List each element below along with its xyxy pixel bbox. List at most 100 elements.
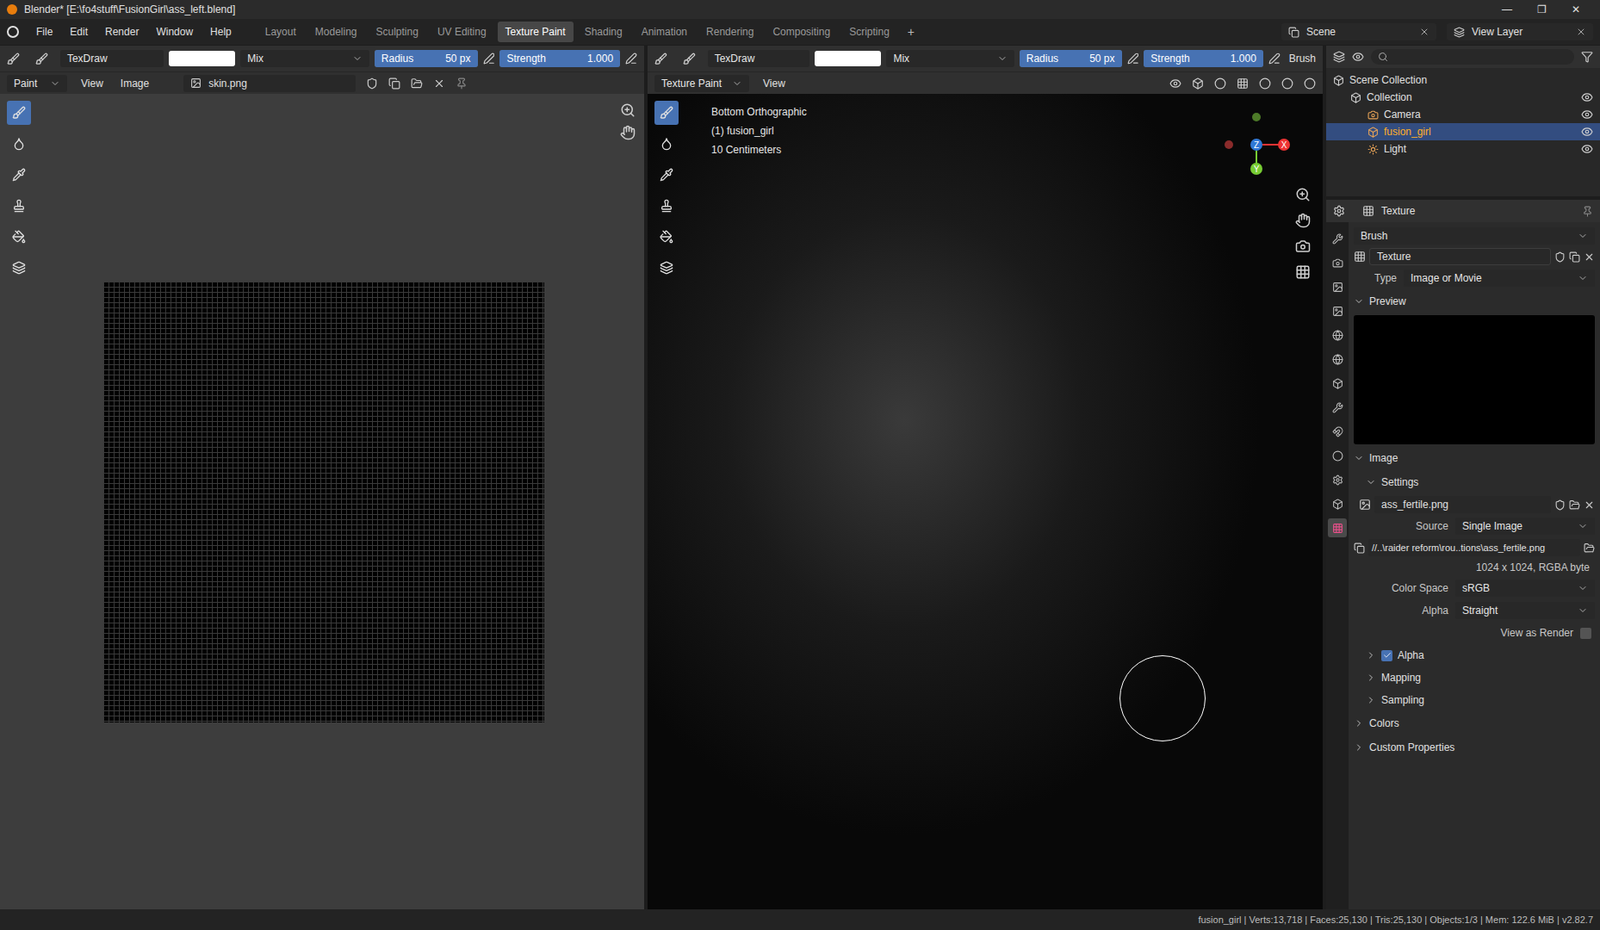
workspace-tab[interactable]: Shading [576, 21, 631, 43]
brush-icon[interactable] [682, 52, 696, 66]
brush-name[interactable]: TexDraw [707, 49, 811, 68]
pressure-icon[interactable] [1268, 52, 1281, 65]
alpha-dropdown[interactable]: Straight [1455, 601, 1595, 620]
source-dropdown[interactable]: Single Image [1455, 517, 1595, 535]
menu-item[interactable]: Window [148, 24, 200, 40]
tool-button[interactable] [6, 224, 32, 249]
brush-icon[interactable] [35, 52, 49, 66]
ortho-icon[interactable] [1295, 264, 1311, 280]
menu-item[interactable]: Help [203, 24, 239, 40]
outliner-row[interactable]: Scene Collection [1326, 71, 1600, 89]
tool-button[interactable] [654, 224, 679, 249]
shading-icon[interactable] [1169, 77, 1182, 90]
panel-header[interactable]: Settings [1353, 471, 1595, 493]
viewport-canvas[interactable]: Bottom Orthographic(1) fusion_girl10 Cen… [647, 93, 1323, 910]
search-field[interactable] [1370, 49, 1575, 65]
blend-dropdown[interactable]: Mix [240, 49, 370, 68]
subpanel-header[interactable]: Alpha [1353, 645, 1595, 665]
pressure-icon[interactable] [483, 52, 496, 65]
visibility-icon[interactable] [1581, 108, 1594, 121]
shading-icon[interactable] [1258, 77, 1272, 90]
menu-item[interactable]: File [29, 24, 60, 40]
visibility-icon[interactable] [1581, 142, 1594, 156]
fake-user-icon[interactable] [1554, 499, 1566, 511]
header-menu[interactable]: Image [117, 75, 153, 92]
close-icon[interactable] [1575, 26, 1587, 38]
camera-icon[interactable] [1295, 238, 1311, 255]
outliner-row[interactable]: Camera [1326, 105, 1600, 124]
workspace-tab[interactable]: Compositing [764, 21, 838, 43]
brush-name[interactable]: TexDraw [60, 49, 164, 68]
brush-menu[interactable]: Brush [1289, 50, 1316, 67]
properties-tab[interactable] [1327, 494, 1347, 514]
tool-button[interactable] [654, 193, 679, 218]
properties-tab[interactable] [1327, 253, 1347, 273]
filter-icon[interactable] [1581, 50, 1594, 63]
pan-icon[interactable] [620, 124, 636, 141]
workspace-tab[interactable]: Layout [257, 21, 304, 43]
workspace-tab[interactable]: UV Editing [429, 21, 495, 43]
outliner-row[interactable]: Collection [1326, 88, 1600, 106]
workspace-tab[interactable]: Modeling [307, 21, 366, 43]
tool-button[interactable] [6, 131, 32, 156]
fake-user-icon[interactable] [1554, 251, 1566, 263]
outliner-row[interactable]: Light [1326, 140, 1600, 158]
image-icon[interactable] [1358, 498, 1371, 511]
filepath-field[interactable]: //..\raider reform\rou..tions\ass_fertil… [1368, 539, 1581, 557]
subpanel-header[interactable]: Mapping [1353, 668, 1595, 688]
tool-button[interactable] [6, 162, 32, 187]
properties-tab[interactable] [1327, 229, 1347, 249]
shading-icon[interactable] [1236, 77, 1249, 90]
close-icon[interactable] [1419, 26, 1430, 38]
open-icon[interactable] [1568, 499, 1581, 511]
workspace-tab[interactable]: Texture Paint [497, 21, 574, 43]
properties-tab[interactable] [1327, 470, 1347, 490]
visibility-icon[interactable] [1581, 125, 1594, 138]
browse-icon[interactable] [1583, 542, 1595, 554]
pressure-icon[interactable] [625, 52, 638, 65]
display-mode-icon[interactable] [1351, 50, 1365, 63]
duplicate-icon[interactable] [1568, 251, 1581, 263]
editor-type-icon[interactable] [1333, 204, 1346, 218]
zoom-icon[interactable] [620, 102, 636, 118]
editor-type-icon[interactable] [654, 52, 668, 66]
shading-icon[interactable] [1303, 77, 1316, 90]
window-control[interactable]: ❐ [1524, 1, 1559, 18]
shading-icon[interactable] [1281, 77, 1294, 90]
image-name-field[interactable]: ass_fertile.png [1374, 496, 1551, 514]
pin-icon[interactable] [1581, 205, 1594, 218]
texture-name-field[interactable]: Texture [1369, 248, 1551, 266]
pressure-icon[interactable] [1127, 52, 1140, 65]
blender-menu-icon[interactable] [6, 25, 19, 38]
subpanel-checkbox[interactable] [1381, 650, 1393, 662]
radius-field[interactable]: Radius50 px [1019, 49, 1123, 68]
strength-field[interactable]: Strength1.000 [1143, 49, 1263, 68]
texture-type-dropdown[interactable]: Image or Movie [1403, 269, 1595, 287]
tool-button[interactable] [6, 255, 32, 280]
new-image-icon[interactable] [388, 77, 401, 90]
pan-icon[interactable] [1295, 212, 1311, 229]
blend-dropdown[interactable]: Mix [886, 49, 1014, 68]
properties-tab[interactable] [1327, 373, 1347, 393]
tool-button[interactable] [654, 131, 679, 156]
properties-tab[interactable] [1327, 518, 1347, 538]
panel-header[interactable]: Colors [1353, 713, 1595, 734]
properties-tab[interactable] [1327, 446, 1347, 466]
image-selector[interactable]: skin.png [183, 74, 356, 93]
color-swatch[interactable] [814, 50, 881, 67]
workspace-tab[interactable]: Scripting [841, 21, 898, 43]
tool-button[interactable] [6, 193, 32, 218]
color-swatch[interactable] [168, 50, 236, 67]
shading-icon[interactable] [1191, 77, 1204, 90]
header-menu[interactable]: View [77, 75, 107, 92]
scene-selector[interactable]: Scene [1281, 23, 1437, 41]
tool-button[interactable] [6, 100, 32, 125]
unlink-icon[interactable] [433, 77, 446, 90]
workspace-tab[interactable]: Animation [633, 21, 695, 43]
view-layer-selector[interactable]: View Layer [1446, 23, 1594, 41]
workspace-tab[interactable]: Sculpting [368, 21, 427, 43]
fake-user-icon[interactable] [365, 77, 379, 90]
radius-field[interactable]: Radius50 px [374, 49, 478, 68]
add-workspace[interactable]: + [900, 23, 922, 42]
editor-type-icon[interactable] [6, 52, 20, 66]
